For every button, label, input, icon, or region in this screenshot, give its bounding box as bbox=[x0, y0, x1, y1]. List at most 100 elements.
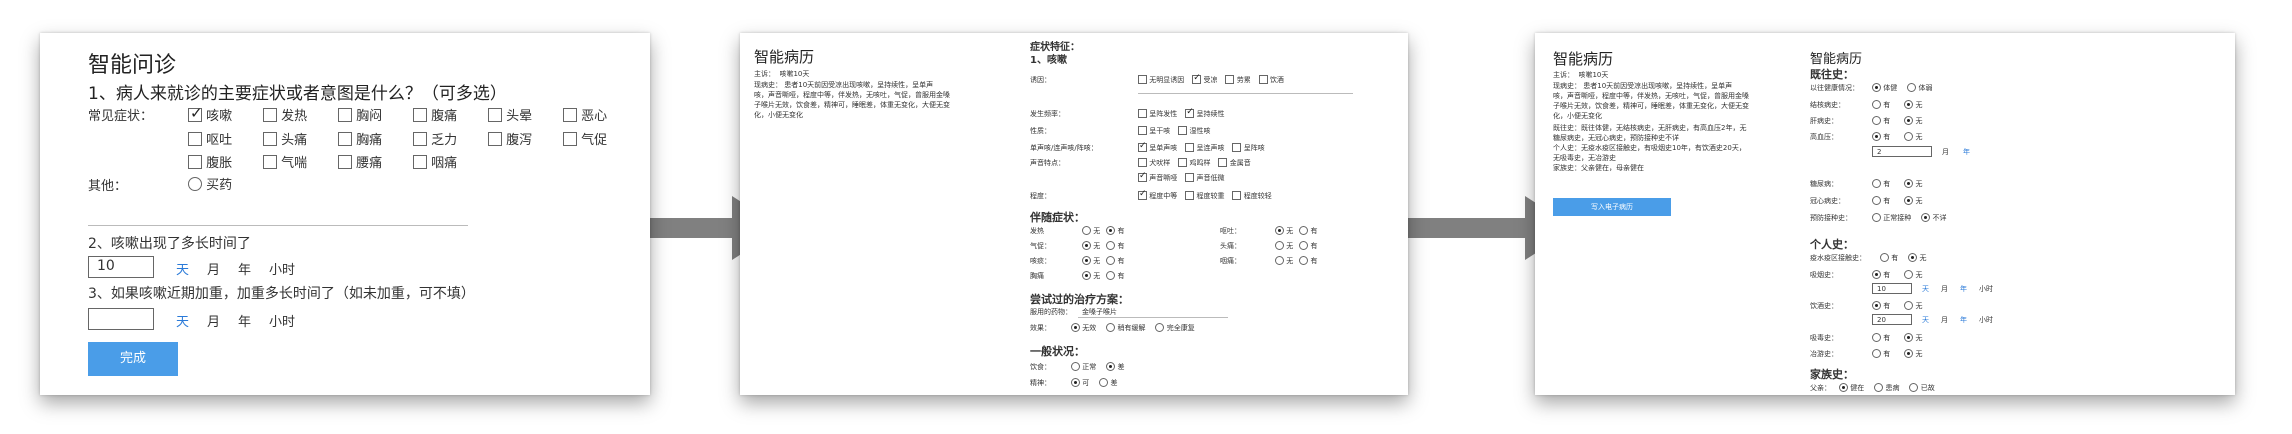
radio-yes[interactable]: 有 bbox=[1872, 333, 1890, 342]
feature-option-呈阵咳[interactable]: 呈阵咳 bbox=[1232, 143, 1265, 152]
feature-option-呈连声咳[interactable]: 呈连声咳 bbox=[1185, 143, 1224, 152]
feature-option-呈干咳[interactable]: 呈干咳 bbox=[1138, 126, 1170, 135]
feature-option-程度中等[interactable]: 程度中等 bbox=[1138, 189, 1177, 200]
radio-yes[interactable]: 有 bbox=[1872, 132, 1890, 141]
radio-yes[interactable]: 有 bbox=[1299, 241, 1317, 250]
symptom-option-呕吐[interactable]: 呕吐 bbox=[188, 129, 232, 148]
symptom-option-胸闷[interactable]: 胸闷 bbox=[338, 105, 382, 124]
radio-yes[interactable]: 有 bbox=[1106, 271, 1124, 280]
duration-input[interactable]: 10 bbox=[1872, 283, 1912, 294]
symptom-option-腹痛[interactable]: 腹痛 bbox=[413, 105, 457, 124]
unit-option-月[interactable]: 月 bbox=[1941, 285, 1948, 293]
feature-option-饮酒[interactable]: 饮酒 bbox=[1258, 75, 1284, 84]
radio-yes[interactable]: 有 bbox=[1872, 100, 1890, 109]
radio-no[interactable]: 无 bbox=[1275, 241, 1293, 250]
radio-yes[interactable]: 有 bbox=[1872, 116, 1890, 125]
symptom-option-头晕[interactable]: 头晕 bbox=[488, 105, 532, 124]
symptom-option-咳嗽[interactable]: 咳嗽 bbox=[188, 104, 232, 124]
father-option-患病[interactable]: 患病 bbox=[1874, 383, 1899, 392]
vaccination-option-正常接种[interactable]: 正常接种 bbox=[1872, 213, 1911, 222]
radio-yes[interactable]: 有 bbox=[1299, 256, 1317, 265]
feature-option-受凉[interactable]: 受凉 bbox=[1192, 73, 1217, 84]
write-emr-button[interactable]: 写入电子病历 bbox=[1553, 198, 1671, 216]
radio-no[interactable]: 无 bbox=[1082, 226, 1100, 235]
unit-option-天[interactable]: 天 bbox=[176, 263, 189, 278]
feature-option-程度较重[interactable]: 程度较重 bbox=[1185, 191, 1224, 200]
radio-yes[interactable]: 有 bbox=[1299, 226, 1317, 235]
vaccination-option-不详[interactable]: 不详 bbox=[1921, 213, 1946, 222]
unit-option-月[interactable]: 月 bbox=[207, 315, 220, 330]
effect-option-稍有缓解[interactable]: 稍有缓解 bbox=[1106, 323, 1145, 332]
feature-option-声音嘶哑[interactable]: 声音嘶哑 bbox=[1138, 171, 1177, 182]
radio-no[interactable]: 无 bbox=[1904, 333, 1922, 342]
feature-option-呈单声咳[interactable]: 呈单声咳 bbox=[1138, 141, 1177, 152]
radio-no[interactable]: 无 bbox=[1275, 226, 1293, 235]
unit-option-小时[interactable]: 小时 bbox=[269, 315, 295, 330]
radio-yes[interactable]: 有 bbox=[1872, 349, 1890, 358]
done-button[interactable]: 完成 bbox=[88, 342, 178, 376]
other-option-buy-medicine[interactable]: 买药 bbox=[188, 174, 232, 193]
radio-yes[interactable]: 有 bbox=[1106, 256, 1124, 265]
radio-no[interactable]: 无 bbox=[1082, 241, 1100, 250]
feature-option-声音低微[interactable]: 声音低微 bbox=[1185, 173, 1224, 182]
unit-option-月[interactable]: 月 bbox=[207, 263, 220, 278]
radio-yes[interactable]: 有 bbox=[1872, 270, 1890, 279]
symptom-option-乏力[interactable]: 乏力 bbox=[413, 129, 457, 148]
symptom-option-腹胀[interactable]: 腹胀 bbox=[188, 152, 232, 171]
radio-yes[interactable]: 有 bbox=[1872, 196, 1890, 205]
symptom-option-发热[interactable]: 发热 bbox=[263, 105, 307, 124]
spirit-option-差[interactable]: 差 bbox=[1099, 378, 1117, 387]
unit-option-小时[interactable]: 小时 bbox=[1979, 316, 1993, 324]
worsen-duration-input[interactable] bbox=[88, 308, 154, 330]
feature-option-无明显诱因[interactable]: 无明显诱因 bbox=[1138, 75, 1184, 84]
unit-option-天[interactable]: 天 bbox=[1922, 316, 1929, 324]
diet-option-差[interactable]: 差 bbox=[1106, 362, 1124, 371]
symptom-option-咽痛[interactable]: 咽痛 bbox=[413, 152, 457, 171]
radio-no[interactable]: 无 bbox=[1082, 256, 1100, 265]
unit-option-年[interactable]: 年 bbox=[238, 263, 251, 278]
feature-option-犬吠样[interactable]: 犬吠样 bbox=[1138, 158, 1170, 167]
symptom-option-腰痛[interactable]: 腰痛 bbox=[338, 152, 382, 171]
duration-input[interactable]: 20 bbox=[1872, 314, 1912, 325]
unit-option-小时[interactable]: 小时 bbox=[269, 263, 295, 278]
unit-option-天[interactable]: 天 bbox=[1922, 285, 1929, 293]
unit-option-月[interactable]: 月 bbox=[1941, 316, 1948, 324]
symptom-option-胸痛[interactable]: 胸痛 bbox=[338, 129, 382, 148]
radio-yes[interactable]: 有 bbox=[1872, 179, 1890, 188]
symptom-option-腹泻[interactable]: 腹泻 bbox=[488, 129, 532, 148]
radio-no[interactable]: 无 bbox=[1904, 100, 1922, 109]
feature-option-鸡鸣样[interactable]: 鸡鸣样 bbox=[1178, 158, 1210, 167]
unit-option-年[interactable]: 年 bbox=[1960, 316, 1967, 324]
feature-option-呈持续性[interactable]: 呈持续性 bbox=[1185, 107, 1224, 118]
radio-no[interactable]: 无 bbox=[1908, 253, 1926, 262]
symptom-option-气喘[interactable]: 气喘 bbox=[263, 152, 307, 171]
diet-option-正常[interactable]: 正常 bbox=[1071, 362, 1096, 371]
symptom-option-头痛[interactable]: 头痛 bbox=[263, 129, 307, 148]
radio-yes[interactable]: 有 bbox=[1106, 241, 1124, 250]
effect-option-完全康复[interactable]: 完全康复 bbox=[1155, 323, 1195, 332]
unit-option-天[interactable]: 天 bbox=[176, 315, 189, 330]
father-option-健在[interactable]: 健在 bbox=[1839, 383, 1864, 392]
bp-duration-input[interactable]: 2 bbox=[1872, 146, 1932, 157]
feature-option-金属音[interactable]: 金属音 bbox=[1218, 158, 1251, 167]
symptom-option-气促[interactable]: 气促 bbox=[563, 129, 607, 148]
unit-option-年[interactable]: 年 bbox=[1960, 285, 1967, 293]
radio-no[interactable]: 无 bbox=[1275, 256, 1293, 265]
radio-no[interactable]: 无 bbox=[1082, 271, 1100, 280]
health-option-体弱[interactable]: 体弱 bbox=[1907, 83, 1932, 92]
used-drug-value[interactable]: 金嗓子喉片 bbox=[1082, 307, 1117, 317]
radio-yes[interactable]: 有 bbox=[1872, 301, 1890, 310]
effect-option-无效[interactable]: 无效 bbox=[1071, 323, 1096, 332]
symptom-option-恶心[interactable]: 恶心 bbox=[563, 105, 607, 124]
radio-yes[interactable]: 有 bbox=[1106, 226, 1124, 235]
unit-option-年[interactable]: 年 bbox=[238, 315, 251, 330]
feature-option-劳累[interactable]: 劳累 bbox=[1225, 75, 1251, 84]
health-option-体健[interactable]: 体健 bbox=[1872, 83, 1897, 92]
feature-option-湿性咳[interactable]: 湿性咳 bbox=[1178, 126, 1210, 135]
radio-no[interactable]: 无 bbox=[1904, 116, 1922, 125]
unit-option-小时[interactable]: 小时 bbox=[1979, 285, 1993, 293]
radio-no[interactable]: 无 bbox=[1904, 349, 1922, 358]
radio-no[interactable]: 无 bbox=[1904, 179, 1922, 188]
radio-yes[interactable]: 有 bbox=[1880, 253, 1898, 262]
spirit-option-可[interactable]: 可 bbox=[1071, 378, 1089, 387]
